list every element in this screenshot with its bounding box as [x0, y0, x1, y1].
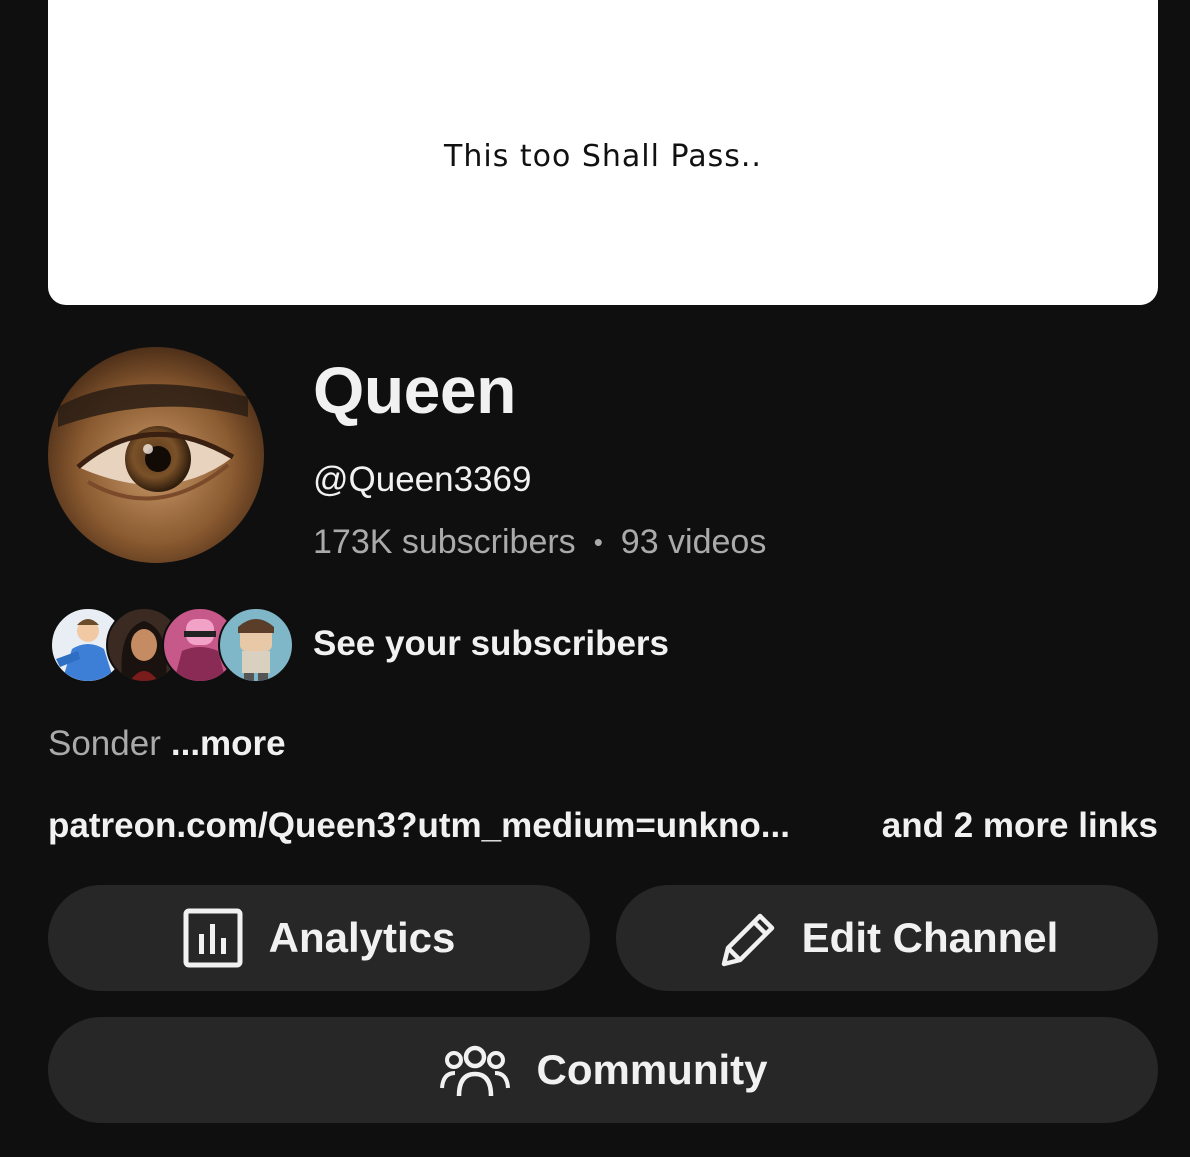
people-icon: [439, 1045, 510, 1097]
pencil-icon: [721, 913, 774, 967]
video-count: 93 videos: [620, 523, 767, 561]
channel-name: Queen: [313, 353, 516, 427]
channel-avatar[interactable]: [48, 347, 264, 563]
subscriber-count: 173K subscribers: [313, 523, 576, 561]
channel-description[interactable]: Sonder ...more: [48, 724, 286, 764]
banner-text: This too Shall Pass..: [444, 139, 762, 174]
edit-channel-button[interactable]: Edit Channel: [616, 885, 1158, 991]
edit-channel-label: Edit Channel: [801, 914, 1059, 961]
primary-link[interactable]: patreon.com/Queen3?utm_medium=unkno...: [48, 806, 790, 846]
subscriber-avatar: [218, 607, 294, 683]
description-text: Sonder: [48, 724, 161, 763]
analytics-button[interactable]: Analytics: [48, 885, 590, 991]
analytics-label: Analytics: [268, 914, 456, 961]
description-more-link[interactable]: ...more: [171, 724, 286, 763]
community-label: Community: [536, 1046, 768, 1093]
channel-banner: This too Shall Pass..: [48, 0, 1158, 305]
channel-stats: 173K subscribers • 93 videos: [313, 523, 766, 562]
see-subscribers-link[interactable]: See your subscribers: [313, 624, 669, 664]
subscriber-avatars[interactable]: [50, 607, 294, 683]
more-links[interactable]: and 2 more links: [882, 806, 1158, 846]
stats-separator: •: [593, 527, 603, 557]
channel-links: patreon.com/Queen3?utm_medium=unkno... a…: [48, 806, 1158, 846]
eye-avatar-image: [48, 347, 264, 563]
bar-chart-icon: [183, 908, 243, 968]
channel-handle: @Queen3369: [313, 460, 532, 499]
community-button[interactable]: Community: [48, 1017, 1158, 1123]
